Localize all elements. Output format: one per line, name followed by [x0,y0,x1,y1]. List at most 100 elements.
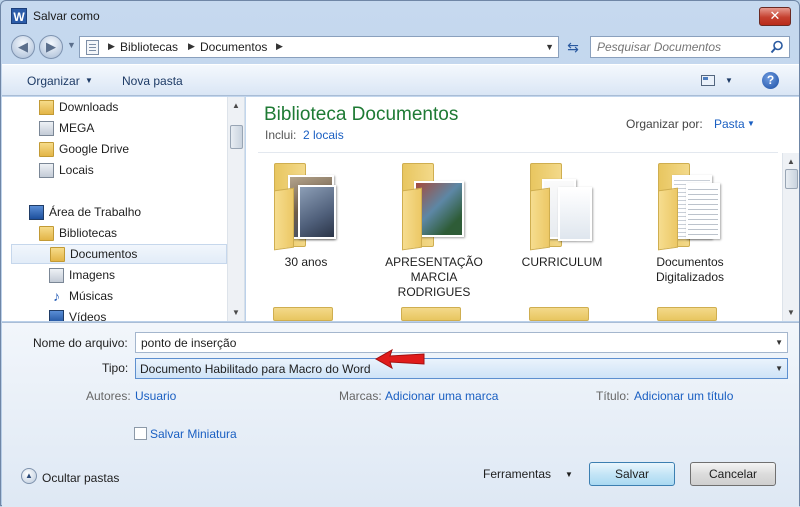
chevron-down-icon[interactable]: ▼ [775,338,783,347]
hide-folders-button[interactable]: Ocultar pastas [42,471,119,485]
filename-field[interactable]: ▼ [135,332,788,353]
folder-icon [654,159,724,251]
folder-item-30-anos[interactable]: 30 anos [246,159,366,289]
file-type-select[interactable]: Documento Habilitado para Macro do Word … [135,358,788,379]
nav-item-label: Bibliotecas [59,226,118,240]
add-tag-link[interactable]: Adicionar uma marca [385,389,498,403]
back-button[interactable]: ◀ [11,35,35,59]
folder-icon[interactable] [529,307,589,321]
recent-pages-dropdown[interactable]: ▼ [67,40,76,50]
places-icon [39,163,54,178]
view-options-chevron-icon[interactable]: ▼ [725,76,733,85]
folder-icon[interactable] [401,307,461,321]
breadcrumb-separator-icon[interactable]: ▶ [188,41,195,52]
nav-item-documentos[interactable]: Documentos [11,244,227,264]
folder-item-curriculum[interactable]: CURRICULUM [502,159,622,289]
save-thumbnail-checkbox[interactable] [134,427,147,440]
organize-menu-button[interactable]: Organizar [27,74,80,88]
breadcrumb-separator-icon[interactable]: ▶ [108,41,115,52]
address-bar[interactable]: ▶ Bibliotecas ▶ Documentos ▶ ▼ [79,36,559,58]
breadcrumb-separator-icon[interactable]: ▶ [276,41,283,52]
chevron-down-icon[interactable]: ▼ [85,76,93,85]
folder-label: Documentos Digitalizados [655,255,725,284]
navigation-scrollbar[interactable]: ▲ ▼ [227,97,244,321]
filename-input[interactable] [141,336,741,350]
refresh-icon[interactable]: ⇆ [561,36,585,58]
new-folder-button[interactable]: Nova pasta [122,74,183,88]
add-title-link[interactable]: Adicionar um título [634,389,733,403]
nav-item-label: Imagens [69,268,116,282]
nav-item-label: Vídeos [69,310,107,321]
scroll-down-icon[interactable]: ▼ [232,308,240,317]
documents-icon [50,247,65,262]
tags-label: Marcas: [339,389,382,403]
folder-item-documentos-digitalizados[interactable]: Documentos Digitalizados [630,159,750,289]
save-button[interactable]: Salvar [589,462,675,486]
folder-icon [270,159,340,251]
file-type-value: Documento Habilitado para Macro do Word [140,362,371,376]
file-list-scrollbar[interactable]: ▲ ▼ [782,153,799,321]
scroll-up-icon[interactable]: ▲ [232,101,240,110]
chevron-down-icon[interactable]: ▼ [775,364,783,373]
title-label: Título: [596,389,630,403]
divider [258,152,778,153]
nav-item-videos[interactable]: Vídeos [49,308,219,321]
nav-item-bibliotecas[interactable]: Bibliotecas [39,224,219,244]
window-title: Salvar como [33,9,100,23]
tools-menu-button[interactable]: Ferramentas [483,467,551,481]
chevron-down-icon[interactable]: ▼ [747,119,755,128]
scroll-thumb[interactable] [230,125,243,149]
library-icon [39,226,54,241]
folder-icon [526,159,596,251]
search-input[interactable] [597,40,767,54]
nav-item-area-de-trabalho[interactable]: Área de Trabalho [29,203,219,223]
music-icon: ♪ [53,288,60,304]
address-row: ◀ ▶ ▼ ▶ Bibliotecas ▶ Documentos ▶ ▼ ⇆ [1,31,799,63]
help-icon[interactable]: ? [762,72,779,89]
close-button[interactable]: ✕ [759,7,791,26]
save-thumbnail-label[interactable]: Salvar Miniatura [150,427,237,441]
search-box[interactable] [590,36,790,58]
desktop-icon [29,205,44,220]
pictures-icon [49,268,64,283]
drive-icon [39,121,54,136]
scroll-thumb[interactable] [785,169,798,189]
filename-label: Nome do arquivo: [33,336,128,350]
chevron-up-icon[interactable]: ▲ [21,468,37,484]
authors-value[interactable]: Usuario [135,389,176,403]
nav-item-musicas[interactable]: ♪ Músicas [49,287,219,307]
library-locations-link[interactable]: 2 locais [303,128,344,142]
nav-item-label: Músicas [69,289,114,303]
annotation-arrow-icon [374,348,425,370]
downloads-folder-icon [39,100,54,115]
nav-item-mega[interactable]: MEGA [39,119,219,139]
authors-label: Autores: [86,389,131,403]
nav-item-google-drive[interactable]: Google Drive [39,140,219,160]
nav-item-downloads[interactable]: Downloads [39,98,219,118]
file-list-pane: Biblioteca Documentos Inclui: 2 locais O… [246,97,799,321]
arrange-by-label: Organizar por: [626,117,703,131]
scroll-up-icon[interactable]: ▲ [787,157,795,166]
breadcrumb-bibliotecas[interactable]: Bibliotecas [120,40,178,54]
address-dropdown-icon[interactable]: ▼ [545,42,554,52]
word-app-icon: W [11,8,27,24]
change-view-icon[interactable] [701,75,715,86]
breadcrumb-documentos[interactable]: Documentos [200,40,267,54]
folder-icon[interactable] [657,307,717,321]
search-icon[interactable] [770,40,784,54]
folder-icon[interactable] [273,307,333,321]
title-bar[interactable]: W Salvar como ✕ [1,1,799,31]
navigation-pane: Downloads MEGA Google Drive Locais Área … [2,97,245,321]
save-options-area: Nome do arquivo: ▼ Tipo: Documento Habil… [2,322,799,507]
chevron-down-icon[interactable]: ▼ [565,470,573,479]
nav-item-imagens[interactable]: Imagens [49,266,219,286]
cancel-button[interactable]: Cancelar [690,462,776,486]
nav-item-locais[interactable]: Locais [39,161,219,181]
scroll-down-icon[interactable]: ▼ [787,308,795,317]
folder-label: 30 anos [284,255,328,269]
folder-item-apresentacao-marcia-rodrigues[interactable]: APRESENTAÇÃO MARCIA RODRIGUES [374,159,494,304]
nav-item-label: Documentos [70,247,138,261]
forward-button[interactable]: ▶ [39,35,63,59]
arrange-by-dropdown[interactable]: Pasta [714,117,745,131]
nav-item-label: MEGA [59,121,95,135]
